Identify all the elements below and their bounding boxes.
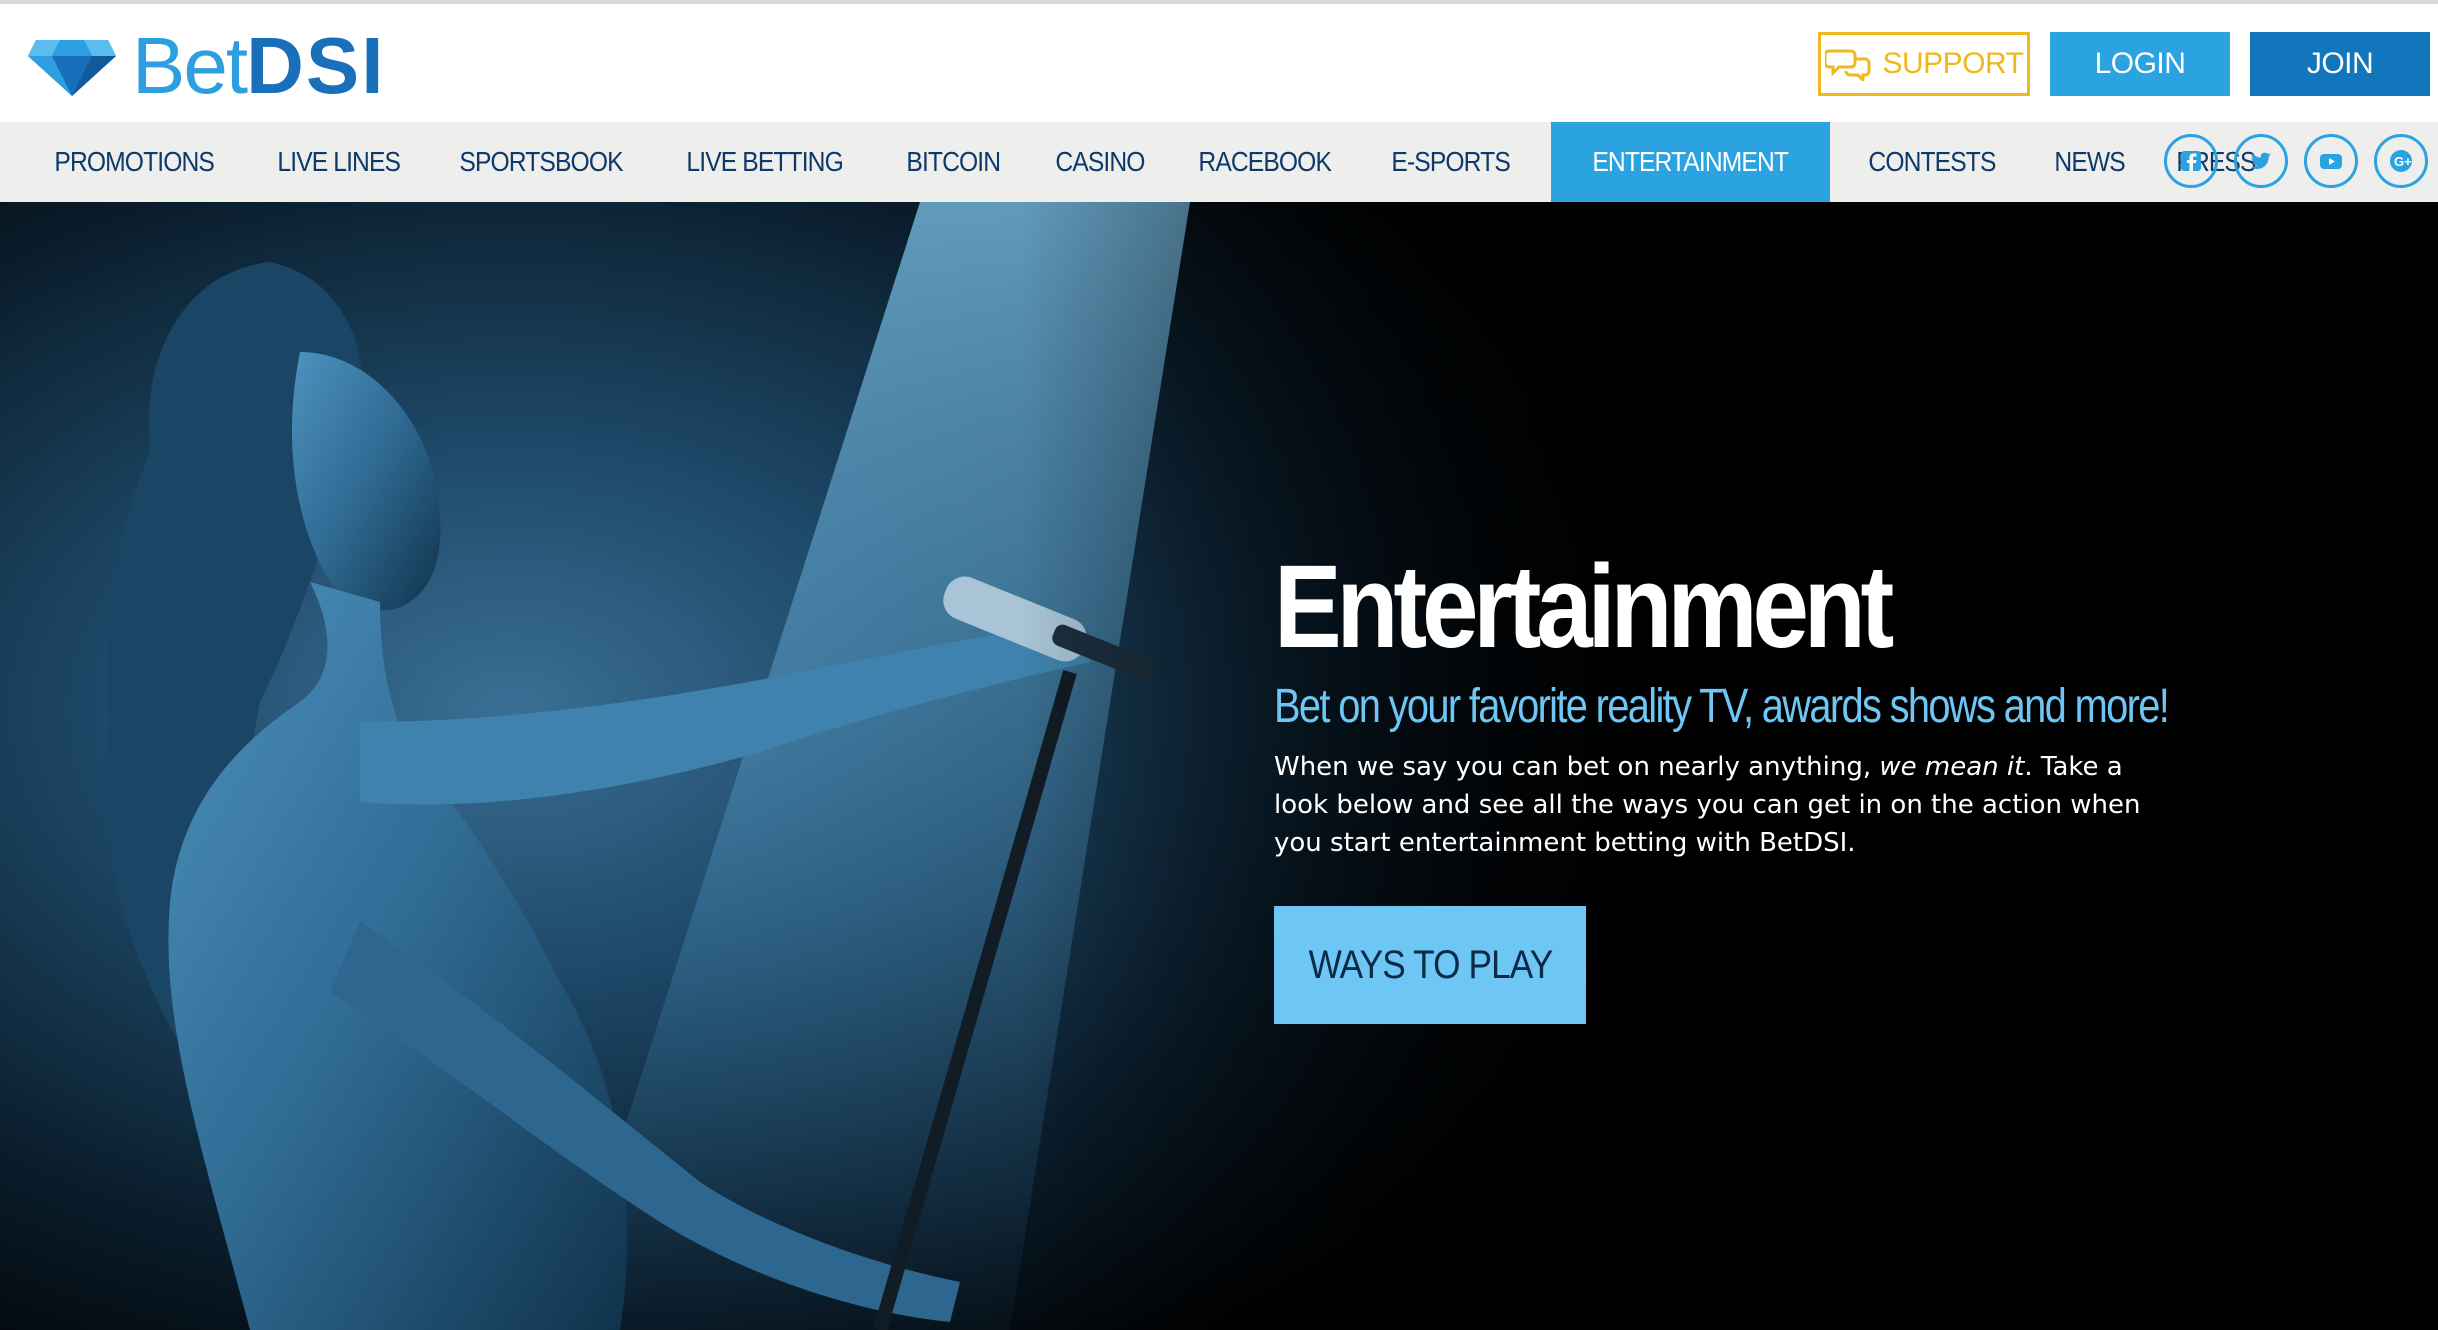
nav-items: PROMOTIONS LIVE LINES SPORTSBOOK LIVE BE… — [0, 122, 2282, 202]
support-button[interactable]: SUPPORT — [1818, 32, 2030, 96]
nav-item-label: SPORTSBOOK — [459, 146, 623, 177]
facebook-link[interactable] — [2164, 134, 2218, 188]
hero-title: Entertainment — [1274, 541, 1894, 673]
betdsi-logo[interactable]: BetDSI — [26, 24, 385, 108]
hero-subtitle: Bet on your favorite reality TV, awards … — [1274, 680, 2170, 733]
ways-to-play-button[interactable]: WAYS TO PLAY — [1274, 906, 1586, 1024]
nav-item-racebook[interactable]: RACEBOOK — [1172, 122, 1357, 202]
google-plus-link[interactable]: G+ — [2374, 134, 2428, 188]
twitter-link[interactable] — [2234, 134, 2288, 188]
login-button[interactable]: LOGIN — [2050, 32, 2230, 96]
nav-item-live-betting[interactable]: LIVE BETTING — [660, 122, 869, 202]
join-button[interactable]: JOIN — [2250, 32, 2430, 96]
support-label: SUPPORT — [1882, 47, 2024, 80]
join-label: JOIN — [2306, 47, 2374, 80]
nav-item-label: NEWS — [2054, 146, 2126, 177]
social-links: G+ — [2164, 134, 2428, 188]
nav-item-label: CONTESTS — [1868, 146, 1996, 177]
nav-item-bitcoin[interactable]: BITCOIN — [880, 122, 1027, 202]
login-label: LOGIN — [2094, 47, 2186, 80]
nav-item-e-sports[interactable]: E-SPORTS — [1365, 122, 1536, 202]
nav-item-casino[interactable]: CASINO — [1029, 122, 1171, 202]
nav-item-entertainment[interactable]: ENTERTAINMENT — [1551, 122, 1830, 202]
ways-to-play-label: WAYS TO PLAY — [1308, 942, 1553, 987]
nav-item-sportsbook[interactable]: SPORTSBOOK — [433, 122, 649, 202]
nav-item-label: LIVE BETTING — [686, 146, 844, 177]
nav-item-label: BITCOIN — [906, 146, 1002, 177]
twitter-icon — [2250, 152, 2271, 169]
google-plus-icon: G+ — [2390, 150, 2412, 172]
facebook-icon — [2181, 151, 2201, 171]
header-actions: SUPPORT LOGIN JOIN — [1818, 32, 2430, 96]
logo-dsi-text: DSI — [246, 21, 386, 110]
nav-item-label: LIVE LINES — [277, 146, 402, 177]
nav-item-live-lines[interactable]: LIVE LINES — [251, 122, 426, 202]
hero-description: When we say you can bet on nearly anythi… — [1274, 748, 2154, 862]
youtube-icon — [2320, 154, 2342, 169]
hero-banner: Entertainment Bet on your favorite reali… — [0, 202, 2438, 1330]
nav-item-news[interactable]: NEWS — [2028, 122, 2151, 202]
nav-item-label: ENTERTAINMENT — [1592, 146, 1790, 177]
nav-item-label: RACEBOOK — [1198, 146, 1332, 177]
hero-body-emphasis: we mean it — [1879, 752, 2025, 782]
logo-wordmark: BetDSI — [132, 24, 385, 108]
nav-item-label: CASINO — [1055, 146, 1145, 177]
hero-body-text-1: When we say you can bet on nearly anythi… — [1274, 752, 1880, 782]
nav-item-contests[interactable]: CONTESTS — [1842, 122, 2022, 202]
youtube-link[interactable] — [2304, 134, 2358, 188]
nav-item-label: E-SPORTS — [1391, 146, 1510, 177]
hero-content: Entertainment Bet on your favorite reali… — [1274, 542, 2174, 1024]
main-nav: PROMOTIONS LIVE LINES SPORTSBOOK LIVE BE… — [0, 122, 2438, 202]
nav-item-label: PROMOTIONS — [54, 146, 214, 177]
svg-text:G+: G+ — [2394, 154, 2412, 169]
diamond-logo-icon — [28, 40, 116, 96]
logo-bet-text: Bet — [132, 21, 248, 110]
top-bar: BetDSI SUPPORT LOGIN JOIN — [0, 0, 2438, 122]
chat-bubbles-icon — [1824, 49, 1870, 81]
nav-item-promotions[interactable]: PROMOTIONS — [28, 122, 240, 202]
